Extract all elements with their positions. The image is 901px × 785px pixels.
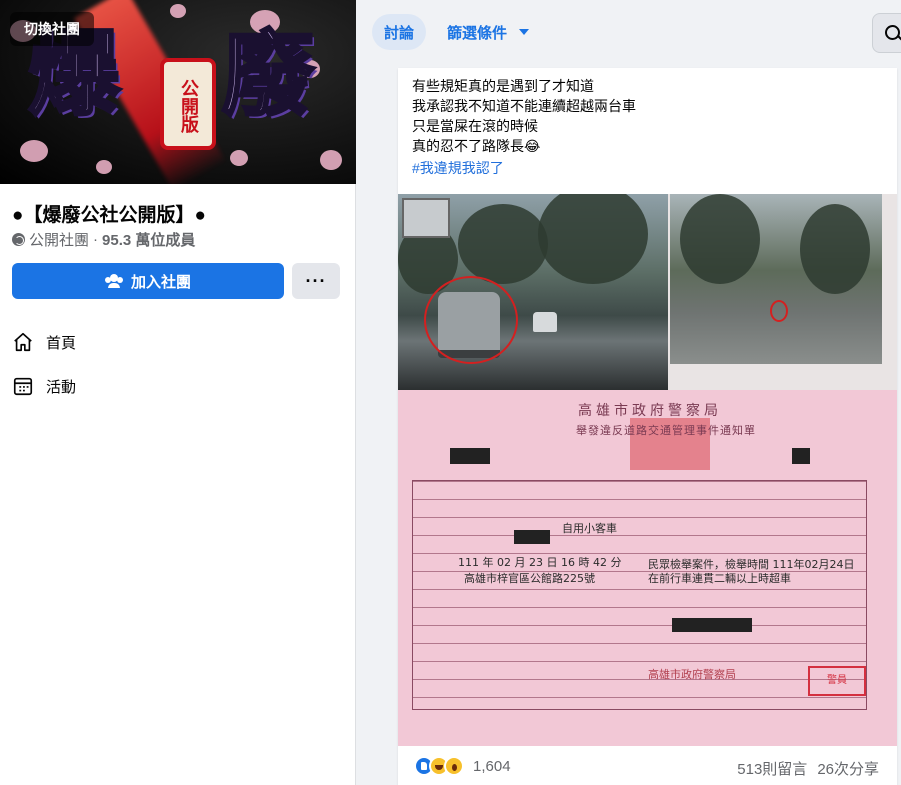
comment-count[interactable]: 513則留言 [737, 758, 807, 779]
ticket-subtitle: 舉發違反道路交通管理事件通知單 [576, 424, 756, 437]
switch-group-button[interactable]: 切換社團 [10, 12, 94, 46]
cover-seal: 公開版 [160, 58, 216, 150]
tab-discussion[interactable]: 討論 [372, 14, 427, 50]
group-member-count: 95.3 萬位成員 [102, 232, 196, 249]
group-cover-photo: 爆 公開版 廢 切換社團 [0, 0, 356, 184]
sidebar-item-home[interactable]: 首頁 [12, 326, 76, 358]
post-text: 有些規矩真的是遇到了才知道 我承認我不知道不能連續超越兩台車 只是當屎在滾的時候… [412, 76, 636, 178]
search-button[interactable] [872, 13, 901, 53]
post-line: 真的忍不了路隊長😂 [412, 138, 541, 154]
post-line: 有些規矩真的是遇到了才知道 [412, 78, 594, 94]
home-icon [14, 332, 32, 352]
reaction-count: 1,604 [473, 757, 511, 775]
tab-filter-label: 篩選條件 [447, 24, 508, 42]
ticket-title: 高雄市政府警察局 [578, 403, 722, 419]
group-name[interactable]: ●【爆廢公社公開版】● [12, 200, 206, 227]
traffic-ticket: 高雄市政府警察局 舉發違反道路交通管理事件通知單 自用小客車 111 年 02 … [398, 390, 897, 746]
group-tabs-bar: 討論 篩選條件 [357, 0, 901, 68]
dashcam-frame-2 [670, 194, 882, 364]
post-photo[interactable]: 高雄市政府警察局 舉發違反道路交通管理事件通知單 自用小客車 111 年 02 … [398, 194, 897, 746]
group-meta: 公開社團 · 95.3 萬位成員 [12, 229, 195, 250]
group-sidebar: 爆 公開版 廢 切換社團 ●【爆廢公社公開版】● 公開社團 · 95.3 萬位成… [0, 0, 356, 785]
sidebar-item-label: 活動 [46, 378, 77, 396]
join-group-button[interactable]: 加入社團 [12, 263, 284, 299]
more-options-button[interactable]: ··· [292, 263, 340, 299]
calendar-icon [13, 377, 33, 396]
police-stamp: 警員 [808, 666, 866, 696]
globe-icon [12, 233, 25, 246]
post-line: 我承認我不知道不能連續超越兩台車 [412, 98, 636, 114]
group-privacy: 公開社團 [29, 232, 90, 249]
post-hashtag[interactable]: #我違規我認了 [412, 158, 636, 178]
post-footer: 1,604 513則留言 26次分享 [398, 750, 897, 782]
post-card: 有些規矩真的是遇到了才知道 我承認我不知道不能連續超越兩台車 只是當屎在滾的時候… [398, 68, 897, 785]
join-group-label: 加入社團 [130, 273, 191, 291]
redacted-thumbnail [402, 198, 450, 238]
share-count[interactable]: 26次分享 [817, 758, 879, 779]
people-icon [104, 274, 123, 288]
wow-reaction-icon [444, 756, 464, 776]
sidebar-item-label: 首頁 [46, 334, 77, 352]
ticket-form-grid [412, 480, 867, 710]
tab-filter[interactable]: 篩選條件 [435, 14, 541, 50]
dashcam-frame-1 [398, 194, 668, 390]
caret-down-icon [519, 29, 530, 35]
post-line: 只是當屎在滾的時候 [412, 118, 538, 134]
cover-logo-char-2: 廢 [220, 20, 315, 128]
post-stats: 513則留言 26次分享 [737, 758, 879, 779]
sidebar-item-events[interactable]: 活動 [12, 370, 76, 402]
reaction-summary[interactable]: 1,604 [414, 756, 511, 776]
